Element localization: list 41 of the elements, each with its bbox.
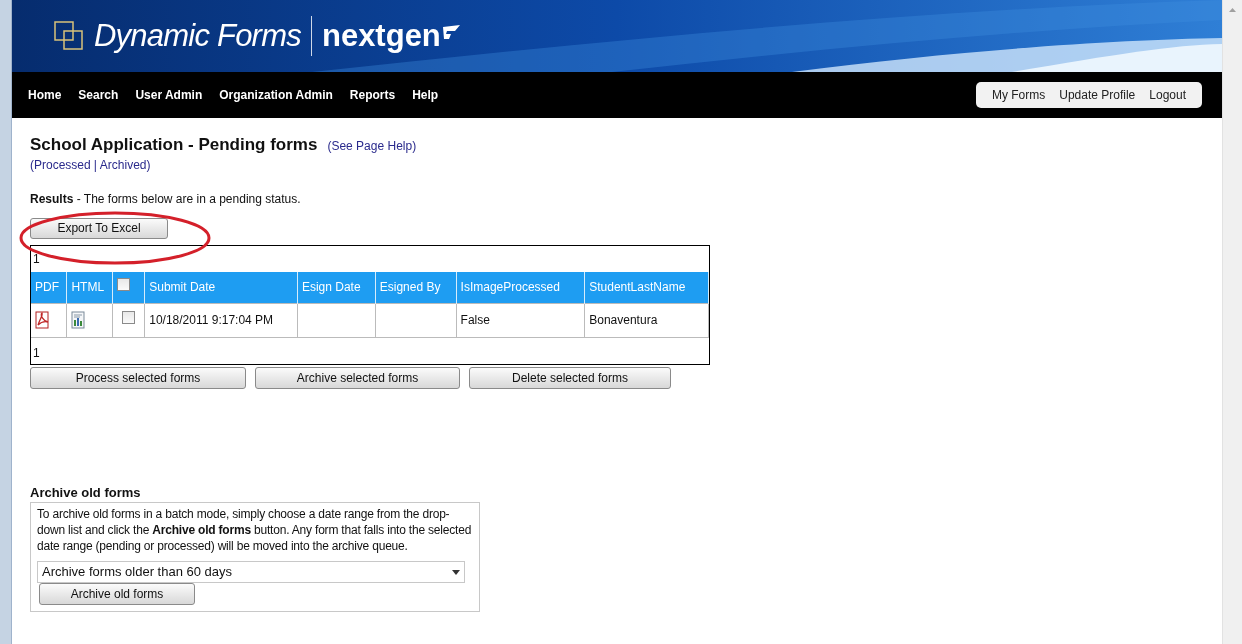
- export-button[interactable]: Export To Excel: [30, 217, 168, 239]
- parenthesis: ): [146, 157, 151, 172]
- nav-link[interactable]: User Admin: [135, 86, 203, 104]
- archive-description: To archive old forms in a batch mode, simply choose a date range from the drop-down list and click the Archive old forms button. Any form that falls into the selected date range (pending or processed) will be moved into the archive queue.: [37, 506, 473, 554]
- parenthesis: (: [30, 157, 34, 172]
- table-cell: Bonaventura: [589, 313, 658, 328]
- archive-button[interactable]: Archive old forms: [39, 583, 195, 605]
- scroll-up-icon[interactable]: [1229, 8, 1236, 12]
- user-menu-link[interactable]: Logout: [1149, 86, 1186, 104]
- product-name: nextgen: [321, 16, 441, 55]
- action-button[interactable]: Archive selected forms: [255, 366, 460, 389]
- user-menu-link[interactable]: Update Profile: [1059, 86, 1136, 104]
- logo-squares-icon: [54, 21, 84, 51]
- nav-link[interactable]: Search: [78, 86, 119, 104]
- page-title: School Application - Pending forms: [30, 134, 318, 156]
- link-separator: |: [93, 157, 97, 172]
- nav-link[interactable]: Reports: [349, 86, 396, 104]
- table-cell: 10/18/2011 9:17:04 PM: [149, 313, 274, 328]
- pager-number[interactable]: 1: [31, 245, 42, 272]
- caret-icon: [452, 569, 460, 575]
- date-range-dropdown[interactable]: Archive forms older than 60 days: [37, 561, 465, 583]
- status-link[interactable]: Archived: [99, 157, 147, 172]
- document-icon[interactable]: [71, 311, 86, 330]
- nav-link[interactable]: Home: [28, 86, 62, 104]
- nav-link[interactable]: Organization Admin: [219, 86, 333, 104]
- row-checkbox[interactable]: [122, 311, 136, 325]
- action-button[interactable]: Process selected forms: [30, 366, 246, 389]
- status-link[interactable]: Processed: [34, 157, 91, 172]
- nav-link[interactable]: Help: [412, 86, 439, 104]
- pdf-icon[interactable]: [35, 311, 51, 330]
- pager-number[interactable]: 1: [31, 337, 42, 362]
- brand-name: Dynamic Forms: [94, 16, 301, 55]
- user-menu-link[interactable]: My Forms: [991, 86, 1046, 104]
- wing-icon: [440, 25, 461, 41]
- section-heading: Archive old forms: [30, 483, 142, 502]
- results-text: Results - The forms below are in a pending status.: [30, 191, 302, 206]
- select-all-checkbox[interactable]: [117, 278, 131, 292]
- scrollbar[interactable]: [1222, 0, 1242, 644]
- page-help-link[interactable]: (See Page Help): [327, 137, 417, 155]
- table-cell: False: [460, 313, 490, 328]
- action-button[interactable]: Delete selected forms: [469, 366, 671, 389]
